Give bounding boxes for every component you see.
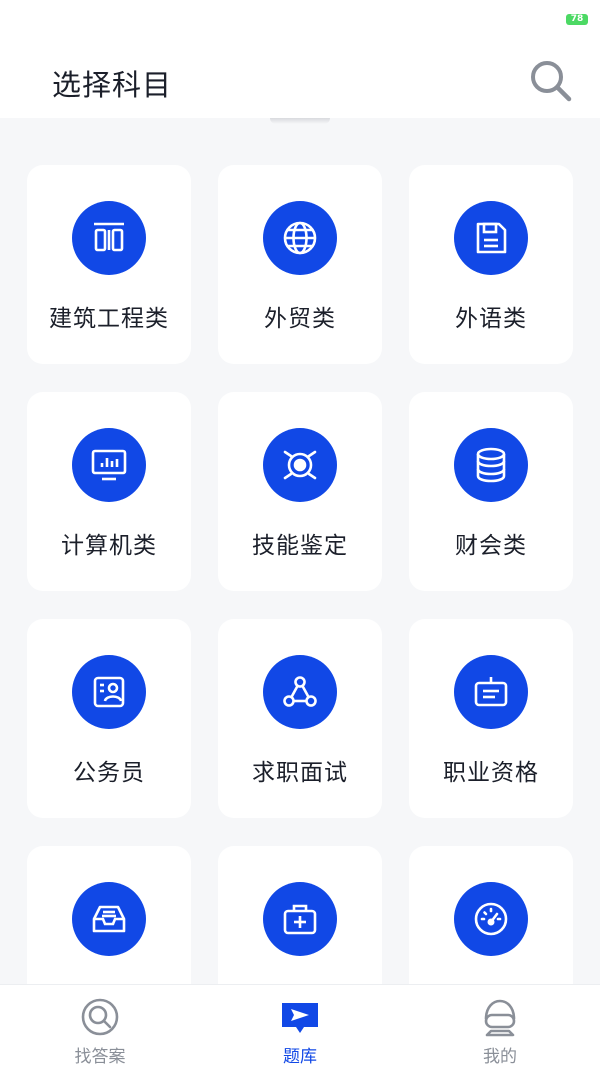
- page-title: 选择科目: [52, 68, 173, 102]
- bottom-tab-bar: 找答案 题库 我的: [0, 984, 600, 1068]
- subject-card-12[interactable]: [409, 846, 573, 984]
- subject-card-10[interactable]: [27, 846, 191, 984]
- subject-card-foreign-trade[interactable]: 外贸类: [218, 165, 382, 364]
- search-answer-icon: [81, 998, 119, 1036]
- subject-card-job-interview[interactable]: 求职面试: [218, 619, 382, 818]
- subject-card-professional-qualification[interactable]: 职业资格: [409, 619, 573, 818]
- subject-card-foreign-language[interactable]: 外语类: [409, 165, 573, 364]
- pull-indicator: [270, 118, 330, 124]
- search-icon: [531, 61, 572, 102]
- tab-profile[interactable]: 我的: [400, 985, 600, 1068]
- database-icon: [476, 447, 506, 483]
- target-icon: [283, 450, 317, 480]
- id-card-icon: [93, 676, 125, 708]
- subject-icon-circle: [454, 882, 528, 956]
- header: 选择科目: [0, 40, 600, 118]
- monitor-chart-icon: [91, 449, 127, 481]
- question-bank-icon: [282, 1003, 318, 1033]
- subject-icon-circle: [263, 428, 337, 502]
- subject-icon-circle: [454, 201, 528, 275]
- tab-question-bank[interactable]: 题库: [200, 985, 400, 1068]
- subject-icon-circle: [72, 655, 146, 729]
- subject-icon-circle: [454, 428, 528, 502]
- tab-find-answers[interactable]: 找答案: [0, 985, 200, 1068]
- medical-kit-icon: [283, 904, 317, 935]
- building-icon: [94, 222, 124, 252]
- subject-card-11[interactable]: [218, 846, 382, 984]
- subject-label: 职业资格: [443, 760, 539, 786]
- status-bar: 78: [0, 0, 600, 40]
- subject-card-skill-assessment[interactable]: 技能鉴定: [218, 392, 382, 591]
- subject-icon-circle: [72, 428, 146, 502]
- subject-label: 技能鉴定: [252, 533, 348, 559]
- subject-card-construction[interactable]: 建筑工程类: [27, 165, 191, 364]
- speedometer-icon: [474, 902, 508, 936]
- subject-icon-circle: [72, 882, 146, 956]
- globe-icon: [283, 221, 317, 255]
- subject-label: 公务员: [73, 760, 145, 786]
- profile-icon: [484, 999, 516, 1037]
- subject-icon-circle: [72, 201, 146, 275]
- subject-label: 建筑工程类: [49, 306, 169, 332]
- subject-icon-circle: [263, 655, 337, 729]
- subject-label: 财会类: [455, 533, 527, 559]
- subject-label: 计算机类: [61, 533, 157, 559]
- subject-icon-circle: [263, 882, 337, 956]
- subject-icon-circle: [454, 655, 528, 729]
- tab-label: 找答案: [74, 1047, 126, 1067]
- tab-label: 我的: [483, 1047, 517, 1067]
- subject-card-computer[interactable]: 计算机类: [27, 392, 191, 591]
- subject-card-accounting[interactable]: 财会类: [409, 392, 573, 591]
- subject-grid-container: 建筑工程类 外贸类 外语类 计算机类 技能鉴定 财会类 公务员 求职面试 职业资…: [0, 118, 600, 984]
- floppy-disk-icon: [476, 222, 507, 254]
- search-button[interactable]: [528, 58, 574, 104]
- subject-label: 外语类: [455, 306, 527, 332]
- subject-icon-circle: [263, 201, 337, 275]
- badge-icon: [474, 677, 508, 707]
- battery-indicator: 78: [566, 14, 588, 25]
- subject-label: 外贸类: [264, 306, 336, 332]
- share-network-icon: [283, 676, 317, 707]
- inbox-tray-icon: [92, 905, 126, 933]
- subject-card-civil-servant[interactable]: 公务员: [27, 619, 191, 818]
- tab-label: 题库: [283, 1047, 317, 1067]
- subject-label: 求职面试: [252, 760, 348, 786]
